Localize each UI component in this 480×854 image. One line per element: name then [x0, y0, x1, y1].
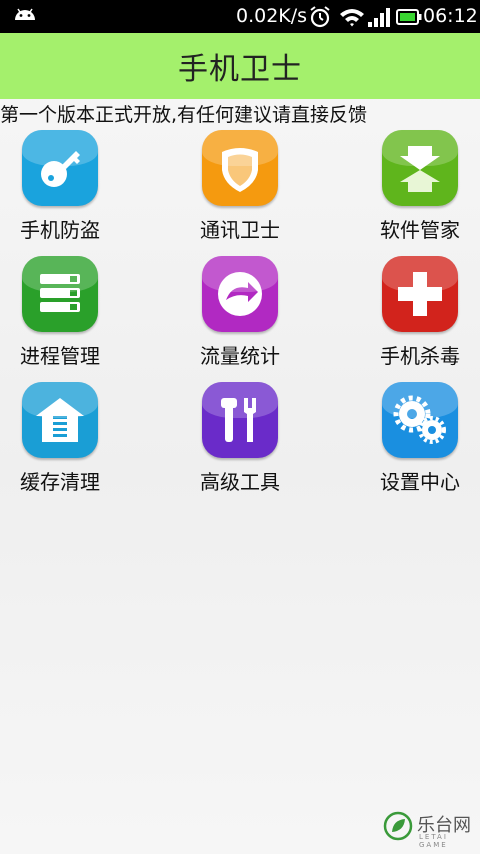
- watermark: 乐台网 LETAI GAME: [383, 811, 473, 849]
- tile-bg: [382, 130, 458, 206]
- grid-item-comm-guard[interactable]: 通讯卫士: [180, 130, 300, 250]
- tile-bg: [382, 382, 458, 458]
- grid-item-traffic-stats[interactable]: 流量统计: [180, 256, 300, 376]
- clock: 06:12: [423, 5, 478, 27]
- status-bar: 0.02K/s 06:12: [0, 0, 480, 33]
- android-icon: [15, 8, 35, 20]
- wifi-icon: [340, 9, 364, 27]
- tile-bg: [22, 382, 98, 458]
- tile-bg: [202, 256, 278, 332]
- flow-arrow-icon: [218, 272, 262, 316]
- grid-item-advanced-tools[interactable]: 高级工具: [180, 382, 300, 502]
- grid-item-label: 缓存清理: [20, 470, 100, 494]
- arrows-icon: [400, 146, 440, 192]
- watermark-subtext: LETAI GAME: [419, 833, 448, 849]
- tile-bg: [22, 256, 98, 332]
- signal-icon: [368, 8, 390, 27]
- grid-item-label: 通讯卫士: [200, 218, 280, 242]
- tile-bg: [202, 130, 278, 206]
- grid-item-software-manager[interactable]: 软件管家: [360, 130, 480, 250]
- notice-text: 第一个版本正式开放,有任何建议请直接反馈: [0, 104, 368, 126]
- page-title: 手机卫士: [178, 52, 302, 87]
- grid-item-label: 流量统计: [200, 344, 280, 368]
- cross-icon: [398, 272, 442, 316]
- grid-item-label: 高级工具: [200, 470, 280, 494]
- grid-item-label: 软件管家: [380, 218, 460, 242]
- title-bar: 手机卫士: [0, 33, 480, 99]
- grid-item-process-manager[interactable]: 进程管理: [0, 256, 120, 376]
- tile-bg: [382, 256, 458, 332]
- grid-item-label: 设置中心: [380, 470, 460, 494]
- grid-item-label: 手机防盗: [20, 218, 100, 242]
- house-icon: [36, 398, 84, 442]
- battery-icon: [396, 9, 422, 25]
- tile-bg: [22, 130, 98, 206]
- grid-item-cache-cleanup[interactable]: 缓存清理: [0, 382, 120, 502]
- gears-icon: [393, 395, 446, 444]
- leaf-logo-icon: [383, 811, 413, 841]
- grid-item-label: 手机杀毒: [380, 344, 460, 368]
- grid-item-antivirus[interactable]: 手机杀毒: [360, 256, 480, 376]
- tile-bg: [202, 382, 278, 458]
- tools-icon: [221, 398, 256, 442]
- shield-icon: [222, 148, 258, 192]
- key-icon: [41, 151, 80, 187]
- grid-item-settings[interactable]: 设置中心: [360, 382, 480, 502]
- grid-item-anti-theft[interactable]: 手机防盗: [0, 130, 120, 250]
- net-speed: 0.02K/s: [236, 5, 308, 27]
- alarm-icon: [310, 6, 330, 28]
- list-icon: [40, 274, 80, 312]
- grid-item-label: 进程管理: [20, 344, 100, 368]
